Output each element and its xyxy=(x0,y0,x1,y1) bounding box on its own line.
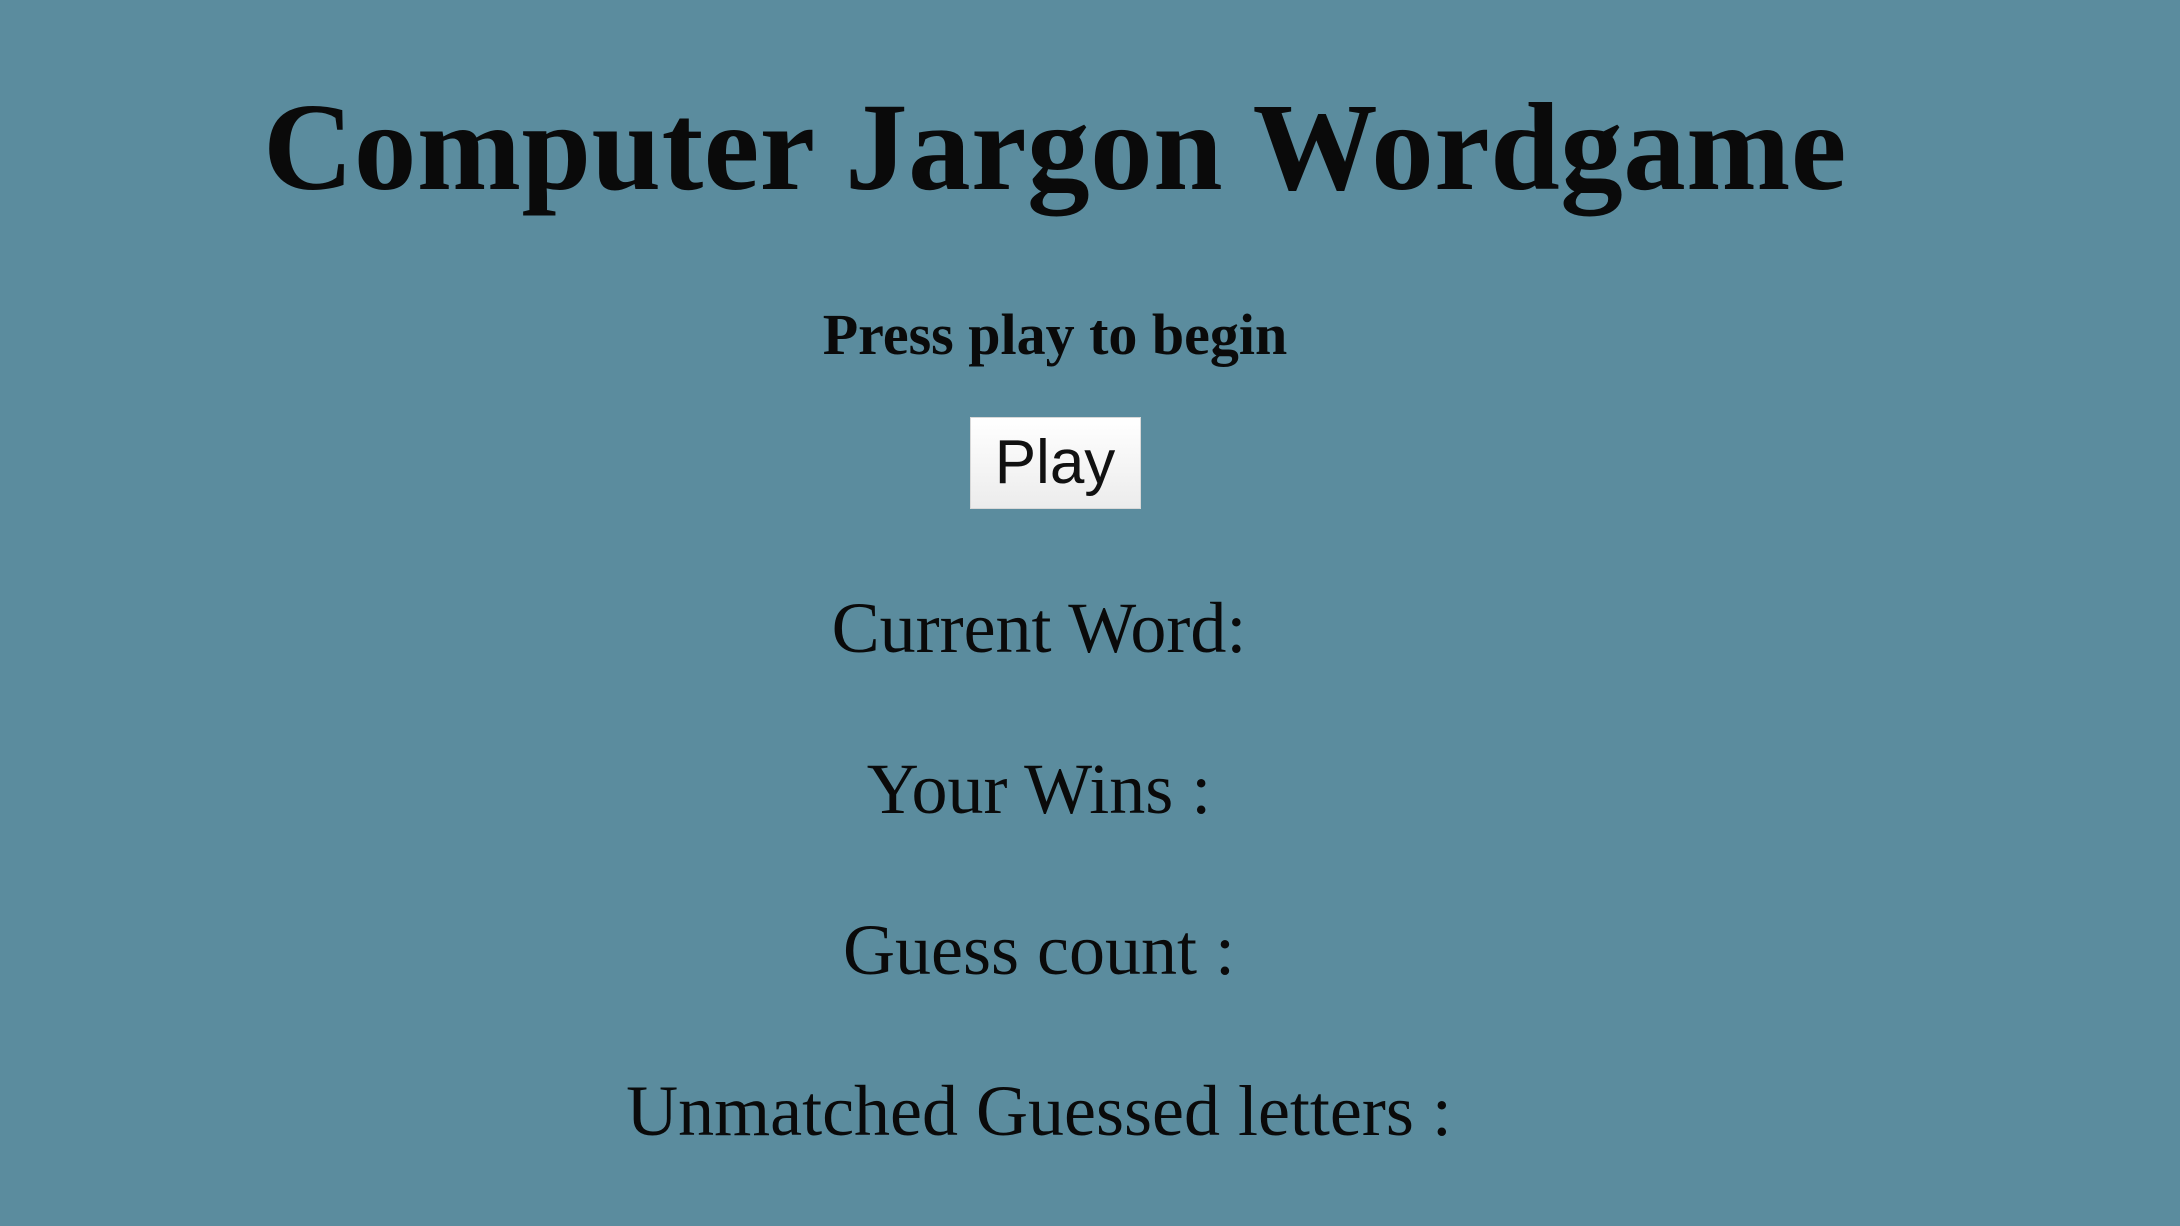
play-button[interactable]: Play xyxy=(969,417,1141,509)
game-container: Computer Jargon Wordgame Press play to b… xyxy=(0,0,2110,1226)
current-word-label: Current Word: xyxy=(831,588,1247,668)
current-word-row: Current Word: xyxy=(0,586,2110,670)
guess-count-label: Guess count : xyxy=(843,910,1235,990)
guess-count-row: Guess count : xyxy=(0,908,2110,992)
page-title: Computer Jargon Wordgame xyxy=(263,79,1847,217)
wins-label: Your Wins : xyxy=(866,749,1212,829)
unmatched-letters-label: Unmatched Guessed letters : xyxy=(626,1071,1452,1151)
instructions-text: Press play to begin xyxy=(822,302,1288,367)
unmatched-letters-row: Unmatched Guessed letters : xyxy=(0,1069,2110,1153)
wins-row: Your Wins : xyxy=(0,747,2110,831)
play-button-container: Play xyxy=(0,417,2110,509)
